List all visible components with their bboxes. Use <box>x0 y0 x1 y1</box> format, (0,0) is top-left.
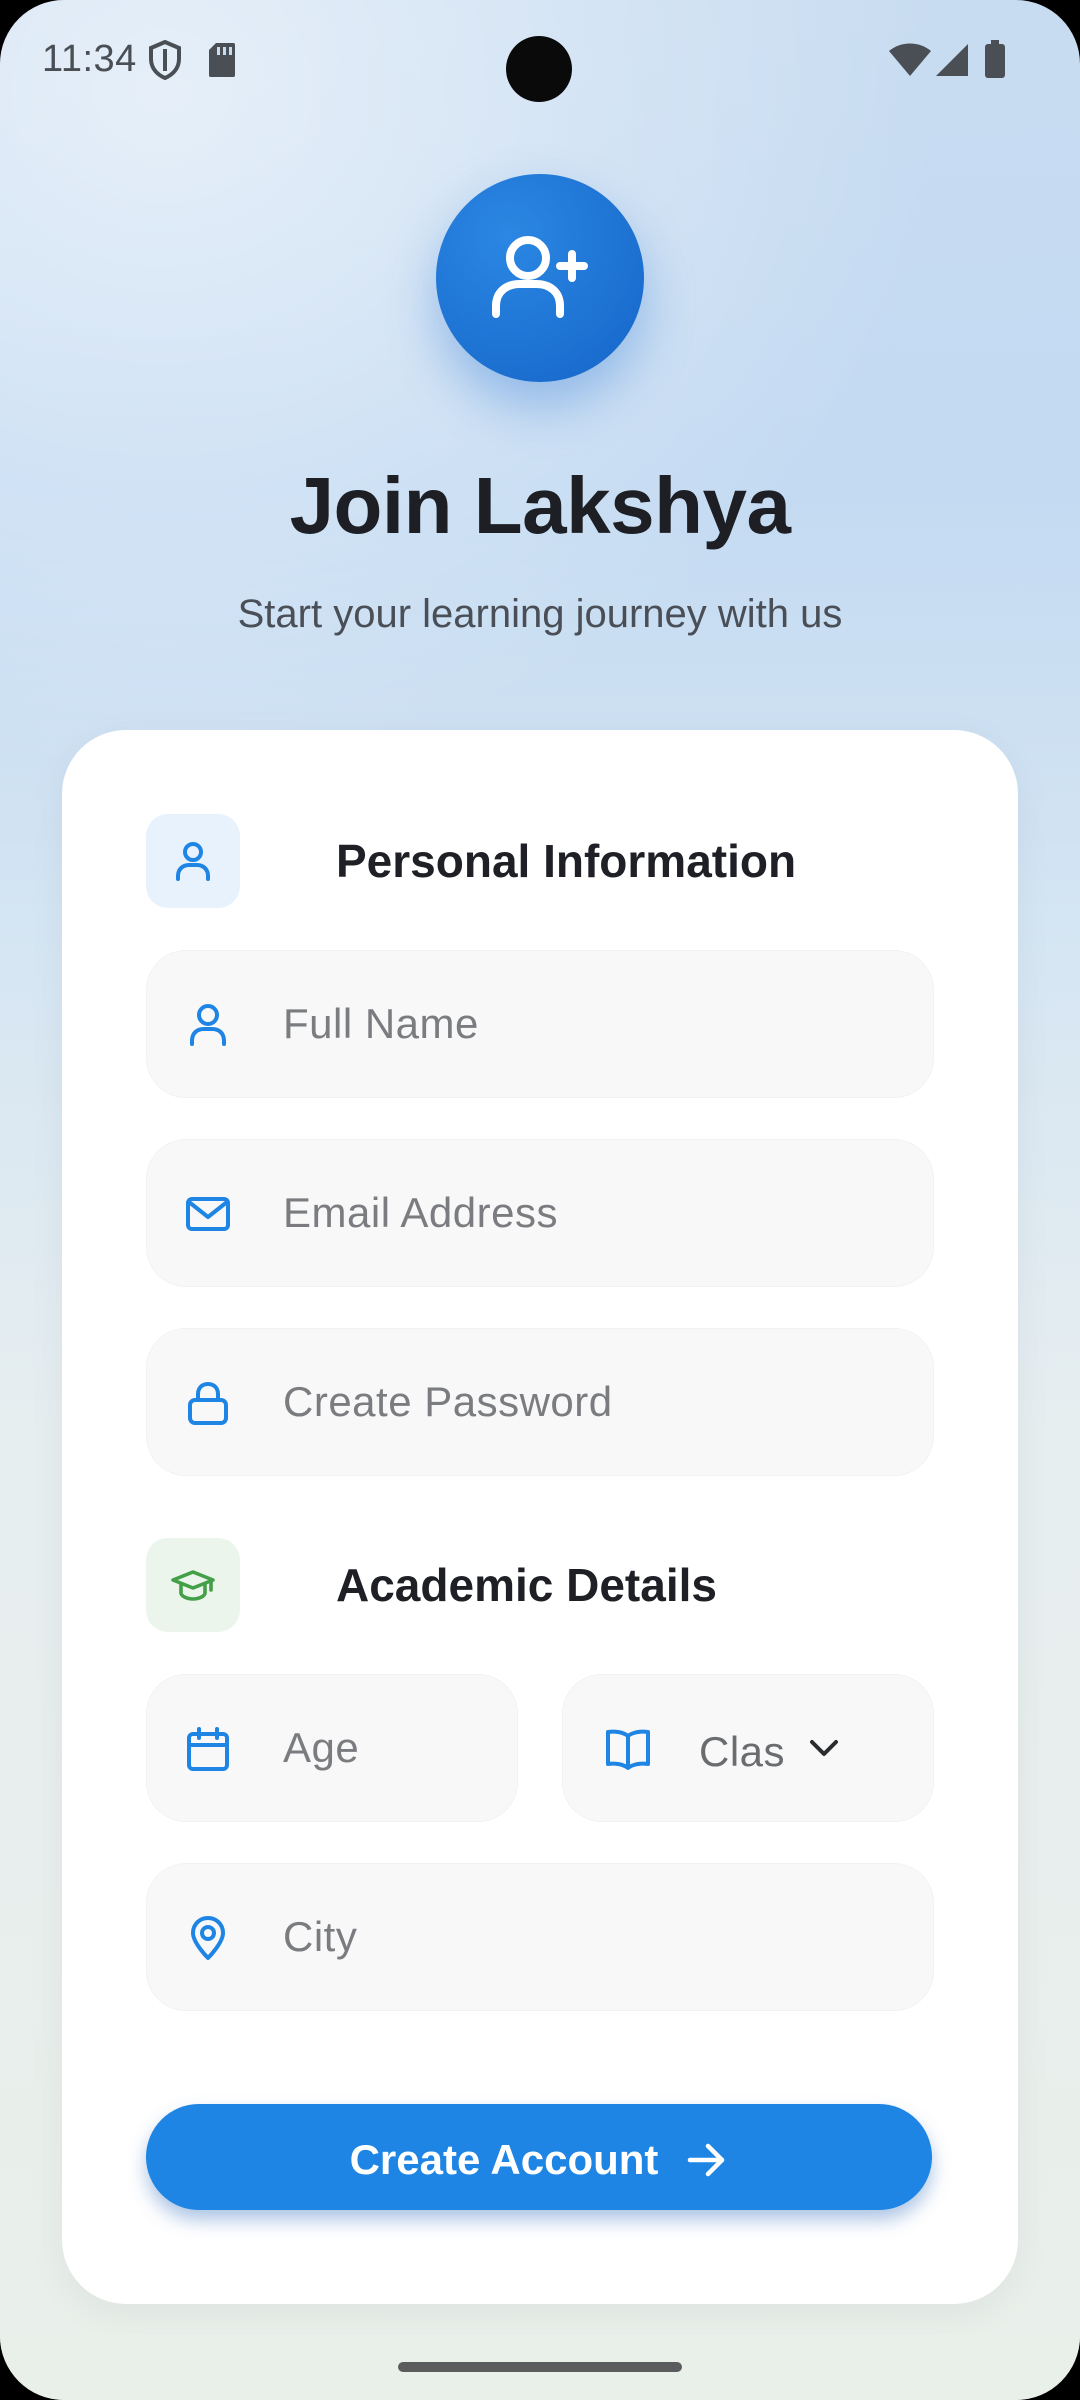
front-camera <box>506 36 572 102</box>
person-icon <box>190 1004 226 1046</box>
arrow-right-icon <box>688 2143 725 2177</box>
signup-screen: 11:34 Join Lakshya Start your learning j… <box>0 0 1080 2400</box>
page-title: Join Lakshya <box>289 461 791 550</box>
create-account-button[interactable]: Create Account <box>146 2104 932 2210</box>
email-placeholder: Email Address <box>283 1189 558 1236</box>
password-placeholder: Create Password <box>283 1378 613 1425</box>
personal-info-title: Personal Information <box>336 835 797 887</box>
class-dropdown[interactable]: Clas <box>562 1674 934 1822</box>
lock-icon <box>188 1382 228 1425</box>
academic-details-title: Academic Details <box>336 1559 717 1611</box>
mail-icon <box>186 1197 230 1231</box>
password-field[interactable]: Create Password <box>146 1328 934 1476</box>
wifi-icon <box>889 43 931 76</box>
user-plus-icon <box>492 236 588 318</box>
header-avatar <box>436 174 644 382</box>
personal-info-icon-box <box>146 814 240 908</box>
class-selected-value: Clas <box>699 1728 786 1775</box>
academic-details-icon-box <box>146 1538 240 1632</box>
page-subtitle: Start your learning journey with us <box>237 592 843 636</box>
chevron-down-icon <box>810 1740 838 1756</box>
academic-details-header: Academic Details <box>146 1538 946 1634</box>
status-bar: 11:34 <box>0 0 1080 120</box>
signup-form-card: Personal Information Full Name Email Add… <box>62 730 1018 2304</box>
graduation-cap-icon <box>171 1570 215 1601</box>
signal-icon <box>936 44 968 76</box>
sd-card-icon <box>209 43 235 77</box>
age-placeholder: Age <box>283 1724 360 1771</box>
full-name-placeholder: Full Name <box>283 1000 479 1047</box>
calendar-icon <box>187 1727 229 1771</box>
person-icon <box>176 842 210 881</box>
home-indicator[interactable] <box>398 2362 682 2372</box>
city-field[interactable]: City <box>146 1863 934 2011</box>
battery-icon <box>985 40 1005 78</box>
shield-icon <box>149 40 181 80</box>
book-icon <box>606 1729 650 1770</box>
location-pin-icon <box>191 1916 225 1960</box>
age-field[interactable]: Age <box>146 1674 518 1822</box>
email-field[interactable]: Email Address <box>146 1139 934 1287</box>
city-placeholder: City <box>283 1913 358 1960</box>
personal-info-header: Personal Information <box>146 814 946 910</box>
create-account-label: Create Account <box>349 2135 659 2183</box>
full-name-field[interactable]: Full Name <box>146 950 934 1098</box>
status-time: 11:34 <box>42 38 137 80</box>
